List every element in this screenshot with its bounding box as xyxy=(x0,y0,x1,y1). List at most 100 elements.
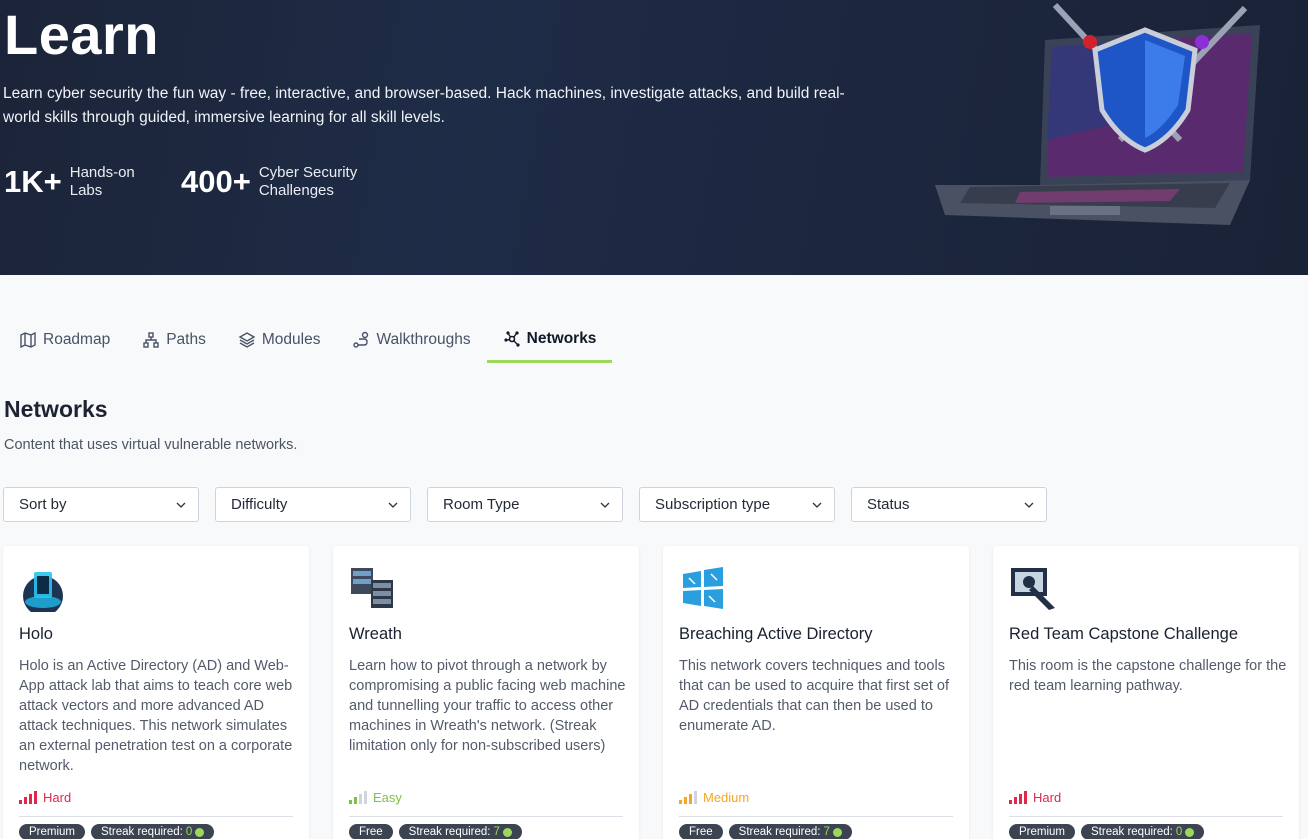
tab-label: Networks xyxy=(526,330,597,347)
card-description: Learn how to pivot through a network by … xyxy=(349,658,626,754)
difficulty-indicator: Hard xyxy=(1009,790,1061,805)
layers-icon xyxy=(238,332,256,348)
capstone-monitor-icon xyxy=(1011,568,1055,610)
card-title: Breaching Active Directory xyxy=(679,625,873,643)
flame-icon xyxy=(1185,827,1195,837)
streak-badge: Streak required: 0 xyxy=(1081,824,1205,839)
route-icon xyxy=(353,331,369,348)
laptop-shield-illustration xyxy=(935,2,1260,225)
tab-paths[interactable]: Paths xyxy=(126,318,222,362)
sort-by-dropdown[interactable]: Sort by xyxy=(3,487,199,522)
card-tags: Premium Streak required: 0 xyxy=(1009,824,1205,839)
dropdown-label: Difficulty xyxy=(231,496,288,513)
streak-label: Streak required: xyxy=(101,826,183,838)
paths-icon xyxy=(143,332,159,348)
difficulty-bars-icon xyxy=(679,790,697,804)
section-title: Networks xyxy=(4,396,108,422)
card-divider xyxy=(1009,816,1283,817)
server-stack-icon xyxy=(351,568,393,608)
card-description: Holo is an Active Directory (AD) and Web… xyxy=(19,658,293,774)
flame-icon xyxy=(195,827,205,837)
streak-badge: Streak required: 7 xyxy=(728,824,852,839)
streak-badge: Streak required: 7 xyxy=(398,824,522,839)
tab-walkthroughs[interactable]: Walkthroughs xyxy=(336,318,486,362)
card-description: This room is the capstone challenge for … xyxy=(1009,658,1287,694)
stat-labs: 1K+ Hands-on Labs xyxy=(4,164,150,200)
difficulty-label: Hard xyxy=(1033,790,1062,805)
windows-breach-icon xyxy=(683,567,723,609)
subscription-type-dropdown[interactable]: Subscription type xyxy=(639,487,835,522)
streak-label: Streak required: xyxy=(738,826,821,838)
section-subtitle: Content that uses virtual vulnerable net… xyxy=(4,437,298,453)
dropdown-label: Room Type xyxy=(443,496,520,513)
difficulty-bars-icon xyxy=(1009,790,1027,804)
network-card-wreath[interactable]: Wreath Learn how to pivot through a netw… xyxy=(333,546,639,839)
card-divider xyxy=(349,816,623,817)
flame-icon xyxy=(502,827,512,837)
card-tags: Free Streak required: 7 xyxy=(679,824,852,839)
card-title: Holo xyxy=(19,625,53,643)
status-dropdown[interactable]: Status xyxy=(851,487,1047,522)
difficulty-dropdown[interactable]: Difficulty xyxy=(215,487,411,522)
tab-label: Modules xyxy=(261,331,321,348)
subscription-badge: Free xyxy=(679,824,723,839)
hero-banner: Learn Learn cyber security the fun way -… xyxy=(0,0,1308,275)
streak-label: Streak required: xyxy=(408,826,491,838)
dropdown-label: Status xyxy=(867,496,910,513)
tab-modules[interactable]: Modules xyxy=(222,318,337,362)
stat-label: Hands-on Labs xyxy=(69,164,135,199)
streak-badge: Streak required: 0 xyxy=(91,824,215,839)
tab-label: Roadmap xyxy=(43,331,111,348)
map-icon xyxy=(20,331,36,349)
chevron-down-icon xyxy=(176,502,186,508)
card-title: Wreath xyxy=(349,625,402,643)
stat-label: Cyber Security Challenges xyxy=(258,164,358,199)
stat-challenges: 400+ Cyber Security Challenges xyxy=(181,164,369,200)
chevron-down-icon xyxy=(812,502,822,508)
network-card-holo[interactable]: Holo Holo is an Active Directory (AD) an… xyxy=(3,546,309,839)
stat-value: 1K+ xyxy=(4,164,62,199)
page-title: Learn xyxy=(4,3,159,66)
card-tags: Free Streak required: 7 xyxy=(349,824,522,839)
difficulty-indicator: Hard xyxy=(19,790,71,805)
streak-value: 0 xyxy=(185,826,193,838)
dropdown-label: Sort by xyxy=(19,496,67,513)
card-tags: Premium Streak required: 0 xyxy=(19,824,215,839)
network-card-red-team-capstone[interactable]: Red Team Capstone Challenge This room is… xyxy=(993,546,1299,839)
tab-roadmap[interactable]: Roadmap xyxy=(3,318,126,362)
difficulty-bars-icon xyxy=(19,790,37,804)
stat-value: 400+ xyxy=(181,164,251,199)
flame-icon xyxy=(832,827,842,837)
difficulty-bars-icon xyxy=(349,790,367,804)
card-description: This network covers techniques and tools… xyxy=(679,658,950,734)
streak-value: 7 xyxy=(493,826,500,838)
chevron-down-icon xyxy=(600,502,610,508)
difficulty-indicator: Medium xyxy=(679,790,749,805)
difficulty-label: Hard xyxy=(43,790,72,805)
network-card-list: Holo Holo is an Active Directory (AD) an… xyxy=(3,546,1299,839)
streak-value: 0 xyxy=(1175,826,1183,838)
network-icon xyxy=(504,331,520,347)
chevron-down-icon xyxy=(388,502,398,508)
holo-cube-icon xyxy=(23,572,63,612)
tab-label: Paths xyxy=(166,331,206,348)
tab-networks[interactable]: Networks xyxy=(486,318,613,363)
streak-value: 7 xyxy=(823,826,830,838)
hero-description: Learn cyber security the fun way - free,… xyxy=(3,85,845,126)
subscription-badge: Premium xyxy=(19,824,86,839)
tab-label: Walkthroughs xyxy=(376,331,471,348)
difficulty-label: Medium xyxy=(703,790,750,805)
filter-bar: Sort by Difficulty Room Type Subscriptio… xyxy=(3,487,1047,522)
card-divider xyxy=(19,816,293,817)
streak-label: Streak required: xyxy=(1091,826,1173,838)
dropdown-label: Subscription type xyxy=(655,496,771,513)
card-divider xyxy=(679,816,953,817)
difficulty-indicator: Easy xyxy=(349,790,402,805)
subscription-badge: Free xyxy=(349,824,393,839)
card-title: Red Team Capstone Challenge xyxy=(1009,625,1239,643)
subscription-badge: Premium xyxy=(1009,824,1076,839)
network-card-breaching-ad[interactable]: Breaching Active Directory This network … xyxy=(663,546,969,839)
difficulty-label: Easy xyxy=(373,790,402,805)
chevron-down-icon xyxy=(1024,502,1034,508)
room-type-dropdown[interactable]: Room Type xyxy=(427,487,623,522)
